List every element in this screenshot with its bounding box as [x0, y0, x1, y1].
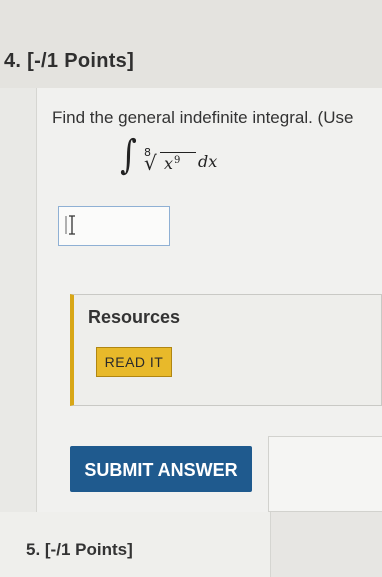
next-question-title: 5. [-/1 Points]: [26, 540, 133, 559]
radical-sign: √: [144, 151, 157, 175]
submit-answer-button[interactable]: SUBMIT ANSWER: [70, 446, 252, 492]
integral-sign: ∫: [120, 132, 137, 178]
integral-expression: ∫ 8 √ x9 dx: [118, 132, 228, 190]
radicand: x9: [164, 154, 180, 173]
question-header: [0, 0, 382, 88]
radicand-base: x: [164, 154, 174, 173]
read-it-button[interactable]: READ IT: [96, 347, 172, 377]
question-prompt: Find the general indefinite integral. (U…: [52, 108, 354, 127]
submit-area-panel: [268, 436, 382, 512]
question-title: 4. [-/1 Points]: [4, 50, 135, 72]
differential: dx: [198, 152, 218, 171]
radical-vinculum: [160, 152, 196, 153]
text-cursor-icon: [65, 215, 75, 235]
resources-panel: Resources READ IT: [70, 294, 382, 406]
resources-title: Resources: [88, 307, 181, 327]
radicand-exponent: 9: [174, 155, 181, 166]
